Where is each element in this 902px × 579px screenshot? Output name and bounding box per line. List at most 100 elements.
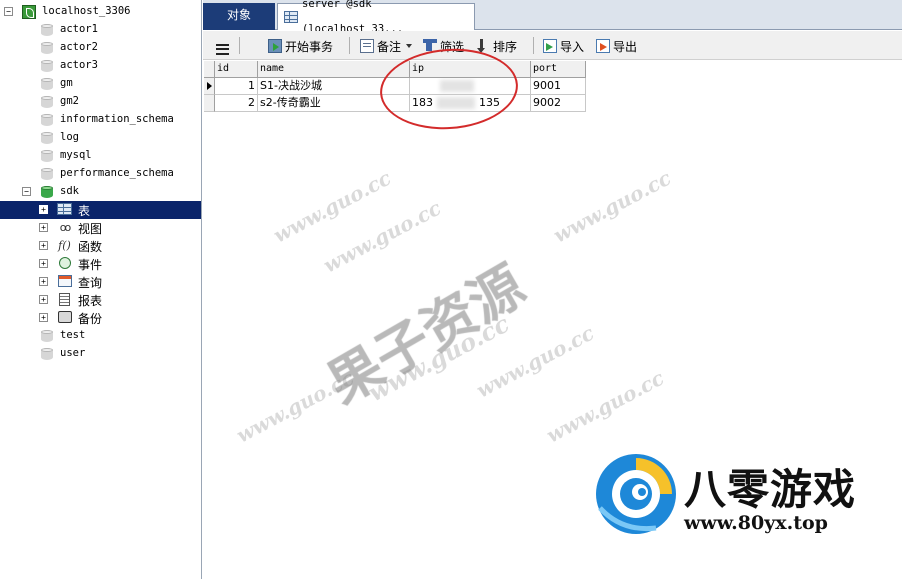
sort-label: 排序 [493, 39, 518, 54]
expand-icon[interactable]: + [39, 241, 48, 250]
report-icon [57, 293, 72, 306]
database-icon [41, 59, 53, 73]
collapse-icon[interactable]: − [4, 7, 13, 16]
database-icon [41, 329, 53, 343]
database-icon [41, 113, 53, 127]
collapse-icon[interactable]: − [22, 187, 31, 196]
database-label: gm2 [60, 95, 79, 107]
watermark-text: www.guo.cc [319, 195, 445, 278]
tree-db-item[interactable]: actor1 [0, 21, 201, 39]
tab-server-table[interactable]: server @sdk (localhost_33... [277, 0, 475, 35]
cell-id[interactable]: 2 [215, 95, 258, 112]
database-label: actor3 [60, 59, 98, 71]
object-group-label: 事件 [78, 258, 103, 272]
object-group-label: 表 [78, 204, 91, 218]
tree-object-group[interactable]: + 备份 [0, 309, 201, 327]
export-button[interactable]: 导出 [596, 36, 637, 56]
row-indicator-header [204, 61, 215, 78]
connection-icon [22, 5, 36, 19]
object-group-label: 报表 [78, 294, 103, 308]
tree-db-item[interactable]: user [0, 345, 201, 363]
navicat-window: − localhost_3306 actor1 actor2 actor3 gm gm2… [0, 0, 902, 579]
tree-db-item[interactable]: test [0, 327, 201, 345]
begin-transaction-button[interactable]: 开始事务 [268, 36, 333, 56]
tree-db-item[interactable]: actor2 [0, 39, 201, 57]
database-icon [41, 167, 53, 181]
menu-icon [216, 43, 229, 55]
database-icon [41, 95, 53, 109]
watermark-text: www.guo.cc [363, 308, 514, 408]
tab-objects[interactable]: 对象 [203, 3, 275, 30]
database-icon [41, 77, 53, 91]
database-icon [41, 347, 53, 361]
tree-object-group[interactable]: + f() 函数 [0, 237, 201, 255]
table-icon [57, 203, 72, 216]
import-button[interactable]: 导入 [543, 36, 584, 56]
tree-object-group[interactable]: + 事件 [0, 255, 201, 273]
column-header-port[interactable]: port [531, 61, 586, 78]
toolbar-separator [239, 37, 240, 54]
database-label: user [60, 347, 86, 359]
tree-db-item[interactable]: gm2 [0, 93, 201, 111]
toolbar-separator [349, 37, 350, 54]
database-icon [41, 23, 53, 37]
expand-icon[interactable]: + [39, 223, 48, 232]
view-icon: oo [59, 221, 72, 234]
watermark-text: www.guo.cc [549, 165, 675, 248]
tree-db-sdk[interactable]: − sdk [0, 183, 201, 201]
cell-id[interactable]: 1 [215, 78, 258, 95]
tree-object-group[interactable]: + 报表 [0, 291, 201, 309]
brand-name: 八零游戏 [684, 465, 857, 514]
tree-db-item[interactable]: mysql [0, 147, 201, 165]
tree-db-item[interactable]: information_schema [0, 111, 201, 129]
note-icon [360, 39, 374, 53]
object-group-label: 查询 [78, 276, 103, 290]
tree-db-item[interactable]: gm [0, 75, 201, 93]
event-icon [57, 257, 72, 270]
toolbar-separator [533, 37, 534, 54]
begin-transaction-icon [268, 39, 282, 53]
cell-port[interactable]: 9002 [531, 95, 586, 112]
database-label: log [60, 131, 79, 143]
database-label: test [60, 329, 86, 341]
menu-button[interactable] [216, 39, 229, 59]
tab-bar: 对象 server @sdk (localhost_33... [203, 0, 902, 35]
expand-icon[interactable]: + [39, 259, 48, 268]
expand-icon[interactable]: + [39, 277, 48, 286]
tree-db-item[interactable]: performance_schema [0, 165, 201, 183]
expand-icon[interactable]: + [39, 295, 48, 304]
export-icon [596, 39, 610, 53]
watermark-text: www.guo.cc [269, 165, 395, 248]
database-label: performance_schema [60, 167, 174, 179]
toolbar: 开始事务 备注 筛选 排序 导入 导出 [203, 31, 902, 60]
connection-tree[interactable]: − localhost_3306 actor1 actor2 actor3 gm gm2… [0, 0, 202, 579]
tree-object-group[interactable]: + 查询 [0, 273, 201, 291]
database-open-icon [41, 185, 53, 199]
cell-port[interactable]: 9001 [531, 78, 586, 95]
brand-logo: 八零游戏 www.80yx.top [592, 448, 902, 548]
note-button[interactable]: 备注 [360, 36, 413, 56]
object-group-label: 视图 [78, 222, 103, 236]
tree-db-item[interactable]: actor3 [0, 57, 201, 75]
import-label: 导入 [560, 39, 585, 54]
database-label: mysql [60, 149, 92, 161]
object-group-label: 函数 [78, 240, 103, 254]
expand-icon[interactable]: + [39, 205, 48, 214]
import-icon [543, 39, 557, 53]
backup-icon [57, 311, 72, 324]
chevron-down-icon[interactable] [406, 44, 413, 48]
note-label: 备注 [377, 39, 402, 54]
tree-object-group[interactable]: + 表 [0, 201, 201, 219]
expand-icon[interactable]: + [39, 313, 48, 322]
tree-db-item[interactable]: log [0, 129, 201, 147]
tree-connection[interactable]: − localhost_3306 [0, 3, 201, 21]
database-label: actor2 [60, 41, 98, 53]
column-header-id[interactable]: id [215, 61, 258, 78]
query-icon [57, 275, 72, 288]
tree-object-group[interactable]: + oo 视图 [0, 219, 201, 237]
watermark-text: www.guo.cc [472, 320, 598, 403]
database-label: gm [60, 77, 73, 89]
watermark-text: 果子资源 [316, 253, 536, 417]
table-icon [284, 11, 298, 23]
database-label: actor1 [60, 23, 98, 35]
